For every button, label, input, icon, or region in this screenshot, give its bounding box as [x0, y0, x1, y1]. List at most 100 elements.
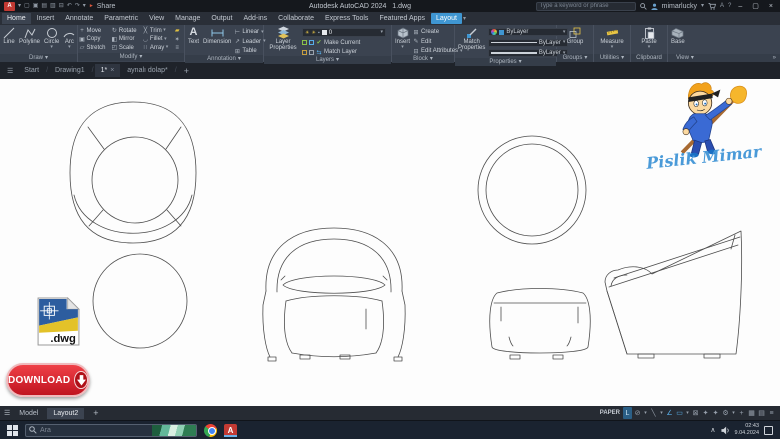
model-tab[interactable]: Model — [13, 408, 44, 419]
panel-modify-footer[interactable]: Modify▾ — [78, 53, 184, 61]
ribbon-tab-express-tools[interactable]: Express Tools — [320, 13, 373, 24]
grid-display-icon[interactable]: L — [623, 407, 632, 419]
base-view-button[interactable]: Base — [670, 26, 686, 45]
snap-mode-icon[interactable]: ⊘ — [633, 407, 642, 419]
trim-button[interactable]: ╳Trim▾ — [142, 27, 171, 34]
stretch-button[interactable]: ▱Stretch — [79, 44, 108, 51]
ribbon-tab-annotate[interactable]: Annotate — [60, 13, 98, 24]
make-current-button[interactable]: ✔ Make Current — [302, 39, 389, 47]
panel-properties-footer[interactable]: Properties▾ — [455, 58, 556, 66]
mirror-button[interactable]: ◧Mirror — [111, 36, 139, 43]
panel-layers-footer[interactable]: Layers▾ — [264, 56, 391, 64]
file-tab-1-active[interactable]: 1*× — [95, 64, 121, 77]
autoscale-icon[interactable]: ✦ — [701, 407, 710, 419]
panel-block-footer[interactable]: Block▾ — [392, 55, 454, 63]
paper-space-toggle[interactable]: PAPER — [600, 410, 620, 416]
line-button[interactable]: Line — [2, 26, 16, 45]
rotate-button[interactable]: ↻Rotate — [111, 27, 139, 34]
notification-center-icon[interactable] — [764, 426, 773, 435]
file-tab-aynali-dolap[interactable]: aynalı dolap* — [121, 64, 173, 77]
dimension-button[interactable]: Dimension — [202, 26, 232, 45]
help-icon[interactable]: ? — [728, 3, 731, 9]
tray-expand-icon[interactable]: ∧ — [710, 426, 715, 434]
help-search-input[interactable] — [536, 2, 636, 11]
polar-tracking-icon[interactable]: ╲ — [649, 407, 658, 419]
snap-dropdown-icon[interactable]: ▾ — [643, 407, 648, 419]
new-drawing-tab-button[interactable]: + — [178, 63, 195, 79]
volume-icon[interactable] — [721, 426, 730, 435]
offset-button[interactable]: ≡ — [174, 44, 183, 51]
restore-button[interactable]: ▢ — [749, 2, 762, 10]
workspace-dropdown-icon[interactable]: ▾ — [731, 407, 736, 419]
fillet-button[interactable]: ◡Fillet▾ — [142, 36, 171, 43]
panel-draw-footer[interactable]: Draw▾ — [0, 54, 77, 62]
move-button[interactable]: +Move — [79, 27, 108, 34]
chrome-taskbar-item[interactable] — [204, 424, 217, 437]
app-store-cart-icon[interactable] — [708, 3, 716, 10]
leader-button[interactable]: ↗Leader▾ — [234, 38, 265, 46]
text-button[interactable]: A Text — [187, 26, 200, 45]
file-tab-drawing1[interactable]: Drawing1 — [49, 64, 91, 77]
copy-button[interactable]: ▣Copy — [79, 36, 108, 43]
drawing-area[interactable]: Pislik Mimar .dwg DOWNLOAD — [0, 79, 780, 406]
ribbon-tab-home[interactable]: Home — [2, 13, 31, 24]
new-layout-button[interactable]: + — [87, 406, 104, 420]
arc-dropdown-icon[interactable]: ▾ — [68, 45, 71, 50]
ottoman-top-view-drawing[interactable] — [93, 254, 187, 348]
search-highlight-image[interactable] — [152, 424, 196, 437]
arc-button[interactable]: Arc ▾ — [62, 26, 76, 50]
plot-icon[interactable]: ⊟ — [59, 3, 64, 9]
user-dropdown-icon[interactable]: ▾ — [701, 3, 704, 9]
workspace-gear-icon[interactable]: ⚙ — [721, 407, 730, 419]
circle-dropdown-icon[interactable]: ▾ — [50, 45, 53, 50]
close-tab-icon[interactable]: × — [110, 67, 114, 74]
clock[interactable]: 02:43 9.04.2024 — [735, 423, 759, 436]
ottoman-plan-view-drawing[interactable] — [478, 136, 586, 244]
panel-view-footer[interactable]: View▾» — [668, 54, 780, 62]
layout2-tab[interactable]: Layout2 — [47, 408, 84, 419]
array-button[interactable]: ∷Array▾ — [142, 44, 171, 51]
panel-annotation-footer[interactable]: Annotation▾ — [185, 55, 263, 63]
panel-clipboard-footer[interactable]: Clipboard — [631, 54, 667, 62]
circle-button[interactable]: Circle ▾ — [43, 26, 60, 50]
ribbon-tab-manage[interactable]: Manage — [170, 13, 205, 24]
save-icon[interactable]: ▤ — [41, 3, 47, 9]
annotation-visibility-icon[interactable]: ⊠ — [691, 407, 700, 419]
match-properties-button[interactable]: Match Properties — [457, 26, 486, 52]
table-button[interactable]: ⊞Table — [234, 47, 265, 55]
ribbon-tab-parametric[interactable]: Parametric — [99, 13, 143, 24]
customization-icon[interactable]: ▤ — [757, 407, 766, 419]
osnap-dropdown-icon[interactable]: ▾ — [685, 407, 690, 419]
taskbar-search[interactable] — [25, 424, 197, 437]
ribbon-tab-layout[interactable]: Layout — [431, 13, 462, 24]
ottoman-front-view-drawing[interactable] — [490, 289, 591, 360]
paste-button[interactable]: Paste ▾ — [640, 26, 657, 50]
ribbon-tab-insert[interactable]: Insert — [32, 13, 60, 24]
ribbon-tab-output[interactable]: Output — [206, 13, 237, 24]
search-icon[interactable] — [640, 3, 647, 10]
undo-icon[interactable]: ↶ — [67, 3, 72, 9]
redo-icon[interactable]: ↷ — [75, 3, 80, 9]
panel-groups-footer[interactable]: Groups▾ — [557, 54, 593, 62]
group-button[interactable]: Group — [566, 26, 585, 45]
file-tab-start[interactable]: Start — [18, 64, 45, 77]
annotation-scale-icon[interactable]: ✦ — [711, 407, 720, 419]
scale-button[interactable]: ◰Scale — [111, 44, 139, 51]
autodesk-account-icon[interactable]: A — [720, 3, 724, 9]
new-file-icon[interactable]: ▢ — [24, 3, 30, 9]
open-file-icon[interactable]: ▣ — [33, 3, 39, 9]
ribbon-collapse-icon[interactable]: ▾ — [463, 16, 466, 22]
layer-properties-button[interactable]: Layer Properties — [266, 26, 300, 52]
quick-properties-icon[interactable]: ▦ — [747, 407, 756, 419]
autocad-app-icon[interactable]: A — [4, 2, 15, 11]
ribbon-tab-collaborate[interactable]: Collaborate — [273, 13, 319, 24]
file-tabs-menu-icon[interactable]: ☰ — [3, 64, 17, 78]
measure-button[interactable]: Measure ▾ — [599, 26, 624, 50]
match-layer-button[interactable]: ⇆ Match Layer — [302, 48, 389, 56]
erase-button[interactable]: ▰ — [174, 27, 183, 34]
share-button[interactable]: Share — [97, 3, 116, 10]
tray-plus-icon[interactable]: + — [737, 407, 746, 419]
insert-block-button[interactable]: Insert ▾ — [394, 26, 411, 50]
autocad-taskbar-item[interactable]: A — [224, 424, 237, 437]
object-snap-icon[interactable]: ▭ — [675, 407, 684, 419]
